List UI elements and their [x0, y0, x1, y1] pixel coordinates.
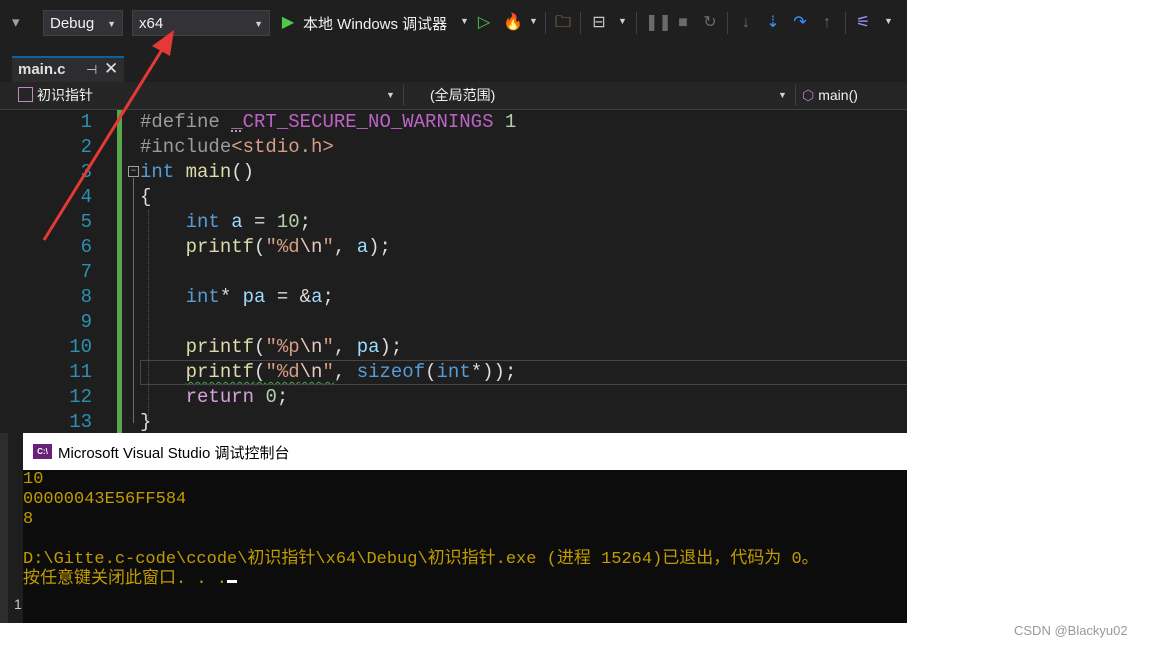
toolbar-overflow-chevron-icon[interactable]: ▼	[884, 16, 893, 26]
navigation-bar: 初识指针 ▼ (全局范围) ▼ ⬡ main()	[0, 82, 907, 110]
side-rail-number: 1	[14, 596, 22, 612]
function-name: main()	[818, 87, 858, 103]
toolbar-separator	[580, 12, 581, 34]
breakpoint-icon[interactable]: ⚟	[852, 10, 874, 36]
debug-console-window[interactable]: C:\ Microsoft Visual Studio 调试控制台 10 000…	[23, 433, 907, 623]
code-line-8: int* pa = &a;	[185, 286, 334, 308]
scope-dropdown[interactable]: (全局范围)	[430, 82, 495, 109]
console-line: 8	[23, 510, 34, 529]
line-number: 6	[80, 236, 92, 258]
layout-chevron-icon[interactable]: ▼	[618, 16, 627, 26]
show-next-statement-icon[interactable]: ↓	[735, 10, 757, 36]
tab-main-c[interactable]: main.c ⊣ ✕	[12, 56, 124, 82]
toolbar-separator	[727, 12, 728, 34]
console-line: D:\Gitte.c-code\ccode\初识指针\x64\Debug\初识指…	[23, 550, 819, 569]
console-line: 00000043E56FF584	[23, 490, 187, 509]
line-number: 11	[69, 361, 92, 383]
code-lines[interactable]: #define _CRT_SECURE_NO_WARNINGS 1 #inclu…	[140, 110, 907, 435]
line-number: 10	[69, 336, 92, 358]
code-line-11: printf("%d\n", sizeof(int*));	[140, 360, 907, 385]
toolbar-overflow-icon[interactable]: ▾	[12, 13, 20, 31]
chevron-down-icon: ▼	[254, 19, 263, 29]
change-tracking-bar	[117, 110, 122, 433]
chevron-down-icon[interactable]: ▼	[386, 82, 395, 109]
platform-dropdown[interactable]: x64 ▼	[132, 10, 270, 36]
line-number: 5	[80, 211, 92, 233]
step-out-icon[interactable]: ↑	[816, 10, 838, 36]
restart-icon[interactable]: ↻	[699, 10, 721, 36]
project-name: 初识指针	[37, 87, 93, 103]
hot-reload-chevron-icon[interactable]: ▼	[529, 16, 538, 26]
toolbar-separator	[636, 12, 637, 34]
line-number: 8	[80, 286, 92, 308]
cube-icon: ⬡	[802, 87, 815, 103]
console-title: Microsoft Visual Studio 调试控制台	[58, 445, 290, 462]
toolbar-separator	[545, 12, 546, 34]
close-icon[interactable]: ✕	[104, 59, 118, 79]
project-dropdown[interactable]: 初识指针	[18, 82, 93, 109]
solution-config-value: Debug	[50, 15, 95, 32]
line-number: 7	[80, 261, 92, 283]
console-prompt: 按任意键关闭此窗口. . .	[23, 570, 228, 589]
navbar-divider	[795, 85, 796, 106]
layout-icon[interactable]: ⊟	[588, 10, 610, 36]
line-number: 1	[80, 111, 92, 133]
line-number: 3	[80, 161, 92, 183]
start-debug-icon[interactable]: ▶	[277, 10, 299, 36]
fold-guide	[133, 178, 134, 423]
line-number: 13	[69, 411, 92, 433]
pin-icon[interactable]: ⊣	[86, 62, 97, 78]
run-target-button[interactable]: 本地 Windows 调试器	[303, 13, 447, 34]
start-no-debug-icon[interactable]: ▷	[473, 10, 495, 36]
code-line-1: #define _CRT_SECURE_NO_WARNINGS 1	[140, 111, 517, 133]
code-line-2: #include<stdio.h>	[140, 136, 334, 158]
console-title-bar[interactable]: C:\ Microsoft Visual Studio 调试控制台	[23, 433, 907, 470]
tab-filename: main.c	[18, 61, 66, 78]
console-line: 10	[23, 470, 44, 489]
code-line-4: {	[140, 186, 152, 208]
line-number-gutter: 1 2 3 4 5 6 7 8 9 10 11 12 13	[36, 110, 114, 435]
step-over-icon[interactable]: ↷	[789, 10, 811, 36]
console-output: 10 00000043E56FF584 8 D:\Gitte.c-code\cc…	[23, 470, 907, 590]
chevron-down-icon: ▼	[107, 19, 116, 29]
pause-icon[interactable]: ❚❚	[645, 10, 672, 36]
code-line-13: }	[140, 411, 152, 433]
project-icon	[18, 87, 33, 102]
line-number: 12	[69, 386, 92, 408]
stop-icon[interactable]: ■	[672, 10, 694, 36]
code-editor[interactable]: 1 2 3 4 5 6 7 8 9 10 11 12 13 − #define …	[0, 110, 907, 433]
line-number: 2	[80, 136, 92, 158]
hot-reload-icon[interactable]: 🔥	[502, 10, 524, 36]
console-line-last: 按任意键关闭此窗口. . .	[23, 570, 907, 590]
function-dropdown[interactable]: ⬡ main()	[802, 82, 858, 109]
console-app-icon: C:\	[33, 444, 52, 459]
chevron-down-icon[interactable]: ▼	[778, 82, 787, 109]
step-into-icon[interactable]: ⇣	[762, 10, 784, 36]
toolbar-separator	[845, 12, 846, 34]
code-line-6: printf("%d\n", a);	[185, 236, 391, 258]
code-line-12: return 0;	[185, 386, 289, 408]
code-line-10: printf("%p\n", pa);	[185, 336, 403, 358]
collapse-icon[interactable]: −	[128, 166, 139, 177]
code-line-3: int main()	[140, 161, 255, 183]
text-cursor	[227, 580, 238, 583]
open-folder-icon[interactable]: 🗀	[552, 10, 574, 36]
platform-value: x64	[139, 15, 164, 32]
visual-studio-window: ▾ Debug ▼ x64 ▼ ▶ 本地 Windows 调试器 ▼ ▷ 🔥 ▼…	[0, 0, 907, 623]
code-line-5: int a = 10;	[185, 211, 312, 233]
line-number: 4	[80, 186, 92, 208]
debug-toolbar: ▾ Debug ▼ x64 ▼ ▶ 本地 Windows 调试器 ▼ ▷ 🔥 ▼…	[0, 0, 907, 46]
solution-config-dropdown[interactable]: Debug ▼	[43, 10, 123, 36]
document-tab-strip: main.c ⊣ ✕	[0, 46, 907, 82]
line-number: 9	[80, 311, 92, 333]
navbar-divider	[403, 85, 404, 106]
run-target-chevron-icon[interactable]: ▼	[460, 16, 469, 26]
watermark: CSDN @Blackyu02	[1014, 623, 1128, 638]
